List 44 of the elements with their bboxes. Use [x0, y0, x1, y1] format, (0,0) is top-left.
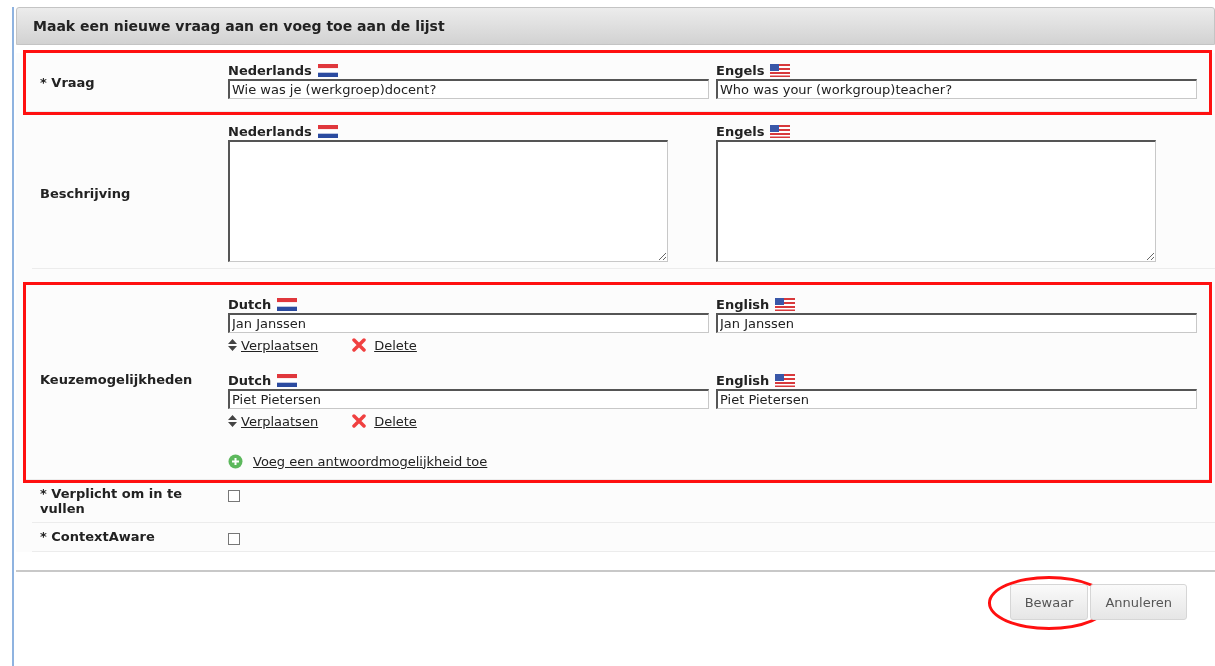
form-button[interactable]: Annuleren: [1090, 584, 1187, 620]
field-label: Beschrijving: [40, 185, 131, 201]
language-label: Nederlands: [228, 62, 312, 78]
dutch-flag-icon: [317, 124, 338, 138]
dutch-flag-icon: [317, 63, 338, 77]
field-label: * Vraag: [40, 74, 95, 90]
move-link[interactable]: Verplaatsen: [241, 337, 319, 353]
language-label: Engels: [716, 62, 765, 78]
delete-link[interactable]: Delete: [374, 413, 417, 429]
form-button[interactable]: Bewaar: [1009, 584, 1089, 620]
text-area[interactable]: [716, 140, 1156, 262]
language-label: English: [716, 296, 770, 312]
text-field[interactable]: Piet Pietersen: [716, 389, 1197, 409]
move-icon: [228, 415, 237, 427]
language-label: Engels: [716, 123, 765, 139]
field-label: * ContextAware: [40, 529, 155, 544]
us-flag-icon: [775, 297, 796, 311]
text-field[interactable]: Jan Janssen: [716, 313, 1197, 333]
text-field[interactable]: Jan Janssen: [228, 313, 709, 333]
us-flag-icon: [770, 124, 791, 138]
dutch-flag-icon: [277, 373, 298, 387]
move-icon: [228, 339, 237, 351]
language-label: English: [716, 372, 770, 388]
text-field[interactable]: Who was your (workgroup)teacher?: [716, 79, 1197, 99]
text-field[interactable]: Wie was je (werkgroep)docent?: [228, 79, 709, 99]
us-flag-icon: [775, 373, 796, 387]
dutch-flag-icon: [277, 297, 298, 311]
language-label: Nederlands: [228, 123, 312, 139]
text-field[interactable]: Piet Pietersen: [228, 389, 709, 409]
checkbox[interactable]: [228, 533, 240, 545]
field-label: * Verplicht om in te vullen: [40, 486, 184, 516]
language-label: Dutch: [228, 296, 272, 312]
language-label: Dutch: [228, 372, 272, 388]
text-area[interactable]: [228, 140, 668, 262]
checkbox[interactable]: [228, 490, 240, 502]
panel-title: Maak een nieuwe vraag aan en voeg toe aan de lijst: [33, 18, 445, 34]
delete-icon: [352, 338, 367, 352]
move-link[interactable]: Verplaatsen: [241, 413, 319, 429]
delete-icon: [352, 414, 367, 428]
delete-link[interactable]: Delete: [374, 337, 417, 353]
field-label: Keuzemogelijkheden: [40, 371, 193, 387]
add-option-link[interactable]: Voeg een antwoordmogelijkheid toe: [253, 453, 488, 469]
us-flag-icon: [770, 63, 791, 77]
add-icon: [228, 453, 243, 469]
